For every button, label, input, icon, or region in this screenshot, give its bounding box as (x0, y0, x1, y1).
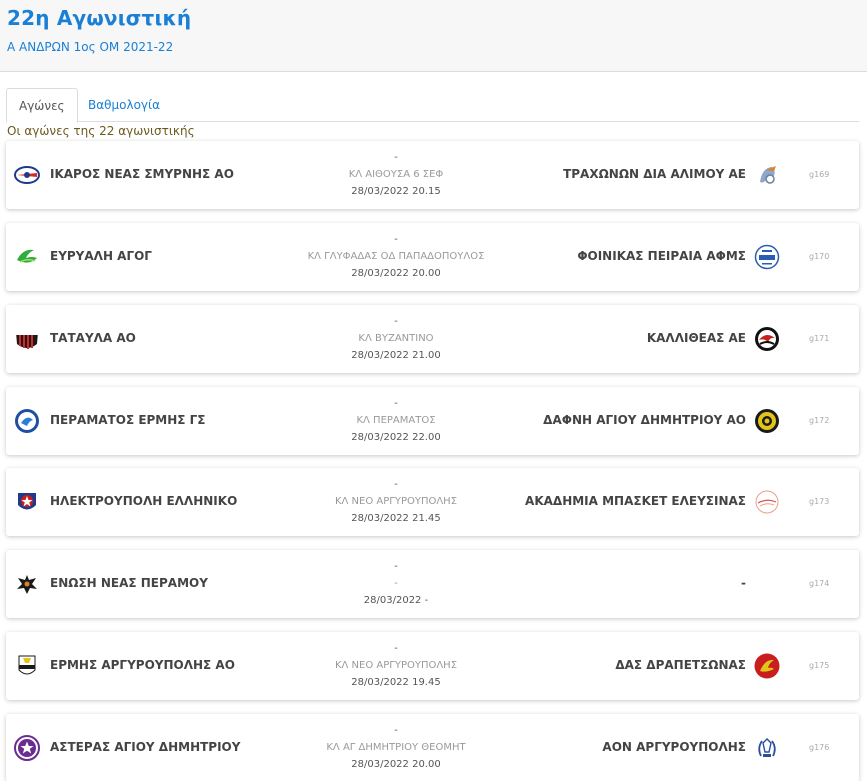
match-datetime: 28/03/2022 20.00 (351, 759, 441, 770)
match-datetime: 28/03/2022 22.00 (351, 432, 441, 443)
team-logo-icon (15, 409, 39, 433)
team-logo-icon (755, 327, 779, 351)
page-header: 22η Αγωνιστική Α ΑΝΔΡΩΝ 1ος ΟΜ 2021-22 (0, 0, 867, 72)
team-logo-icon (14, 735, 40, 761)
match-card[interactable]: ΕΝΩΣΗ ΝΕΑΣ ΠΕΡΑΜΟΥ - - 28/03/2022 - - g1… (6, 550, 859, 618)
tab-standings[interactable]: Βαθμολογία (76, 88, 172, 122)
away-team-name[interactable]: ΔΑΦΝΗ ΑΓΙΟΥ ΔΗΜΗΤΡΙΟΥ ΑΟ (543, 413, 746, 427)
match-code: g172 (809, 416, 830, 425)
match-score: - (394, 398, 398, 409)
match-code: g169 (809, 170, 830, 179)
match-card[interactable]: ΗΛΕΚΤΡΟΥΠΟΛΗ ΕΛΛΗΝΙΚΟ - ΚΛ ΝΕΟ ΑΡΓΥΡΟΥΠΟ… (6, 468, 859, 536)
match-info: - ΚΛ ΝΕΟ ΑΡΓΥΡΟΥΠΟΛΗΣ 28/03/2022 21.45 (296, 476, 496, 527)
match-score: - (394, 561, 398, 572)
match-info: - ΚΛ ΓΛΥΦΑΔΑΣ ΟΔ ΠΑΠΑΔΟΠΟΥΛΟΣ 28/03/2022… (296, 231, 496, 282)
match-score: - (394, 643, 398, 654)
home-team-name[interactable]: ΙΚΑΡΟΣ ΝΕΑΣ ΣΜΥΡΝΗΣ ΑΟ (50, 167, 234, 181)
home-team-name[interactable]: ΕΡΜΗΣ ΑΡΓΥΡΟΥΠΟΛΗΣ ΑΟ (50, 658, 235, 672)
team-logo-icon (755, 490, 779, 514)
match-score: - (394, 316, 398, 327)
match-info: - ΚΛ ΠΕΡΑΜΑΤΟΣ 28/03/2022 22.00 (296, 395, 496, 446)
match-venue: ΚΛ ΓΛΥΦΑΔΑΣ ΟΔ ΠΑΠΑΔΟΠΟΥΛΟΣ (307, 251, 485, 262)
home-team-name[interactable]: ΗΛΕΚΤΡΟΥΠΟΛΗ ΕΛΛΗΝΙΚΟ (50, 494, 237, 508)
match-venue: ΚΛ ΝΕΟ ΑΡΓΥΡΟΥΠΟΛΗΣ (334, 496, 458, 507)
competition-subtitle: Α ΑΝΔΡΩΝ 1ος ΟΜ 2021-22 (7, 40, 174, 54)
page-title: 22η Αγωνιστική (7, 6, 192, 30)
tab-matches[interactable]: Αγώνες (6, 88, 78, 123)
away-team-name[interactable]: ΔΑΣ ΔΡΑΠΕΤΣΩΝΑΣ (615, 658, 746, 672)
home-team-name[interactable]: ΤΑΤΑΥΛΑ ΑΟ (50, 331, 136, 345)
match-card[interactable]: ΕΡΜΗΣ ΑΡΓΥΡΟΥΠΟΛΗΣ ΑΟ - ΚΛ ΝΕΟ ΑΡΓΥΡΟΥΠΟ… (6, 632, 859, 700)
match-venue: - (394, 578, 398, 589)
match-score: - (394, 725, 398, 736)
team-logo-icon (14, 166, 40, 184)
match-venue: ΚΛ ΠΕΡΑΜΑΤΟΣ (356, 415, 436, 426)
match-code: g171 (809, 334, 830, 343)
home-team-name[interactable]: ΕΥΡΥΑΛΗ ΑΓΟΓ (50, 249, 152, 263)
team-logo-icon (760, 166, 776, 184)
team-logo-icon (758, 738, 776, 757)
match-datetime: 28/03/2022 21.45 (351, 513, 441, 524)
away-team-name[interactable]: ΚΑΛΛΙΘΕΑΣ ΑΕ (647, 331, 746, 345)
away-team-name[interactable]: ΑΟΝ ΑΡΓΥΡΟΥΠΟΛΗΣ (602, 740, 746, 754)
team-logo-icon (17, 575, 37, 594)
match-info: - ΚΛ ΒΥΖΑΝΤΙΝΟ 28/03/2022 21.00 (296, 313, 496, 364)
match-datetime: 28/03/2022 21.00 (351, 350, 441, 361)
match-code: g174 (809, 579, 830, 588)
match-card[interactable]: ΑΣΤΕΡΑΣ ΑΓΙΟΥ ΔΗΜΗΤΡΙΟΥ - ΚΛ ΑΓ ΔΗΜΗΤΡΙΟ… (6, 714, 859, 781)
team-logo-icon (755, 409, 779, 433)
away-team-name[interactable]: - (741, 576, 746, 590)
away-team-name[interactable]: ΤΡΑΧΩΝΩΝ ΔΙΑ ΑΛΙΜΟΥ ΑΕ (563, 167, 746, 181)
team-logo-icon (16, 332, 38, 349)
tab-bar: Αγώνες Βαθμολογία (6, 88, 859, 123)
match-info: - ΚΛ ΑΙΘΟΥΣΑ 6 ΣΕΦ 28/03/2022 20.15 (296, 149, 496, 200)
match-venue: ΚΛ ΑΙΘΟΥΣΑ 6 ΣΕΦ (348, 169, 444, 180)
match-score: - (394, 234, 398, 245)
match-datetime: 28/03/2022 - (363, 595, 429, 606)
match-datetime: 28/03/2022 20.15 (351, 186, 441, 197)
team-logo-icon (754, 244, 780, 270)
match-datetime: 28/03/2022 19.45 (351, 677, 441, 688)
match-card[interactable]: ΤΑΤΑΥΛΑ ΑΟ - ΚΛ ΒΥΖΑΝΤΙΝΟ 28/03/2022 21.… (6, 305, 859, 373)
home-team-name[interactable]: ΠΕΡΑΜΑΤΟΣ ΕΡΜΗΣ ΓΣ (50, 413, 206, 427)
match-card[interactable]: ΠΕΡΑΜΑΤΟΣ ΕΡΜΗΣ ΓΣ - ΚΛ ΠΕΡΑΜΑΤΟΣ 28/03/… (6, 387, 859, 455)
team-logo-icon (17, 249, 37, 263)
match-code: g175 (809, 661, 830, 670)
match-datetime: 28/03/2022 20.00 (351, 268, 441, 279)
match-score: - (394, 152, 398, 163)
match-code: g173 (809, 497, 830, 506)
match-info: - ΚΛ ΝΕΟ ΑΡΓΥΡΟΥΠΟΛΗΣ 28/03/2022 19.45 (296, 640, 496, 691)
match-card[interactable]: ΕΥΡΥΑΛΗ ΑΓΟΓ - ΚΛ ΓΛΥΦΑΔΑΣ ΟΔ ΠΑΠΑΔΟΠΟΥΛ… (6, 223, 859, 291)
match-venue: ΚΛ ΑΓ ΔΗΜΗΤΡΙΟΥ ΘΕΟΜΗΤ (326, 742, 466, 753)
away-team-name[interactable]: ΦΟΙΝΙΚΑΣ ΠΕΙΡΑΙΑ ΑΦΜΣ (577, 249, 746, 263)
home-team-name[interactable]: ΑΣΤΕΡΑΣ ΑΓΙΟΥ ΔΗΜΗΤΡΙΟΥ (50, 740, 240, 754)
match-score: - (394, 479, 398, 490)
match-code: g176 (809, 743, 830, 752)
away-team-name[interactable]: ΑΚΑΔΗΜΙΑ ΜΠΑΣΚΕΤ ΕΛΕΥΣΙΝΑΣ (525, 494, 746, 508)
match-venue: ΚΛ ΒΥΖΑΝΤΙΝΟ (358, 333, 434, 344)
match-info: - - 28/03/2022 - (296, 558, 496, 609)
team-logo-icon (754, 653, 780, 679)
match-code: g170 (809, 252, 830, 261)
match-info: - ΚΛ ΑΓ ΔΗΜΗΤΡΙΟΥ ΘΕΟΜΗΤ 28/03/2022 20.0… (296, 722, 496, 773)
match-card[interactable]: ΙΚΑΡΟΣ ΝΕΑΣ ΣΜΥΡΝΗΣ ΑΟ - ΚΛ ΑΙΘΟΥΣΑ 6 ΣΕ… (6, 141, 859, 209)
match-venue: ΚΛ ΝΕΟ ΑΡΓΥΡΟΥΠΟΛΗΣ (334, 660, 458, 671)
home-team-name[interactable]: ΕΝΩΣΗ ΝΕΑΣ ΠΕΡΑΜΟΥ (50, 576, 208, 590)
matches-list-title: Οι αγώνες της 22 αγωνιστικής (7, 124, 195, 138)
team-logo-icon (18, 655, 36, 675)
team-logo-icon (18, 493, 36, 510)
